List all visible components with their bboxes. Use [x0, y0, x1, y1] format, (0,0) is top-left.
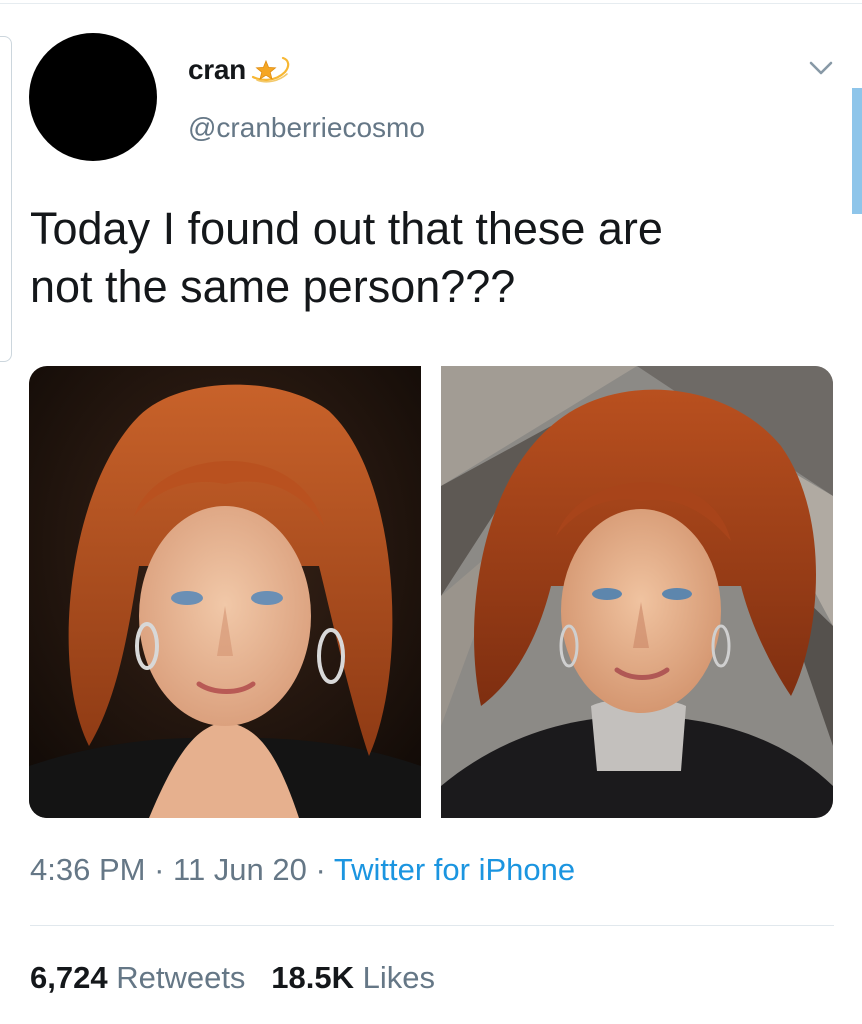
likes-label: Likes: [362, 960, 436, 995]
tweet-source-link[interactable]: Twitter for iPhone: [334, 852, 575, 887]
user-handle[interactable]: @cranberriecosmo: [188, 112, 425, 144]
display-name-row[interactable]: cran: [188, 54, 293, 86]
shooting-star-emoji: [251, 56, 290, 83]
tweet-date[interactable]: 11 Jun 20: [173, 852, 307, 887]
tweet-photo-left[interactable]: [29, 366, 421, 818]
likes-stat[interactable]: 18.5K Likes: [271, 960, 435, 995]
retweets-stat[interactable]: 6,724 Retweets: [30, 960, 245, 995]
tweet-stats: 6,724 Retweets 18.5K Likes: [30, 960, 435, 996]
tweet-photo-right[interactable]: [441, 366, 833, 818]
retweets-count: 6,724: [30, 960, 108, 995]
stats-divider: [30, 925, 834, 926]
chevron-down-icon[interactable]: [806, 56, 836, 80]
tweet-time[interactable]: 4:36 PM: [30, 852, 145, 887]
top-divider: [0, 3, 862, 4]
avatar[interactable]: [29, 33, 157, 161]
tweet-text: Today I found out that these are not the…: [30, 203, 663, 312]
left-frame-edge: [0, 36, 12, 362]
meta-separator: ·: [145, 852, 174, 887]
meta-separator: ·: [306, 852, 334, 887]
tweet-timestamp-line: 4:36 PM · 11 Jun 20 · Twitter for iPhone: [30, 852, 575, 888]
tweet-screenshot: cran @cranberriecosmo Today I found out …: [0, 0, 862, 1024]
scrollbar[interactable]: [852, 88, 862, 214]
retweets-label: Retweets: [116, 960, 246, 995]
likes-count: 18.5K: [271, 960, 355, 995]
display-name[interactable]: cran: [188, 54, 246, 86]
